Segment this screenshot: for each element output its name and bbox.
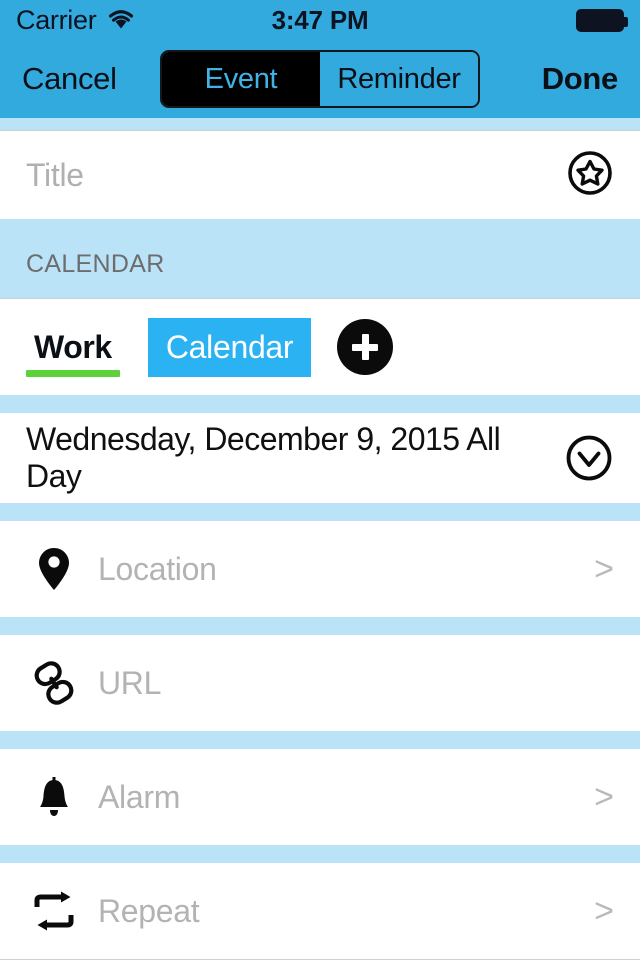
navigation-bar: Cancel Event Reminder Done (0, 40, 640, 118)
star-circle-icon[interactable] (566, 149, 614, 202)
calendar-chip-calendar[interactable]: Calendar (147, 317, 312, 377)
calendar-account-label: Work (34, 328, 112, 365)
date-row[interactable]: Wednesday, December 9, 2015 All Day (0, 413, 640, 503)
title-input[interactable] (26, 156, 566, 194)
done-button[interactable]: Done (542, 61, 619, 97)
link-icon (26, 661, 82, 705)
separator-above-date (0, 395, 640, 413)
title-row[interactable] (0, 131, 640, 219)
status-bar: Carrier 3:47 PM (0, 0, 640, 40)
calendar-account-underline (26, 370, 120, 377)
chevron-right-icon-location: > (594, 550, 614, 588)
separator-above-url (0, 617, 640, 635)
calendar-section-header: CALENDAR (0, 231, 640, 299)
chevron-down-circle-icon[interactable] (564, 433, 614, 483)
separator-above-location (0, 503, 640, 521)
map-pin-icon (26, 546, 82, 592)
wifi-icon (106, 7, 136, 34)
status-bar-left: Carrier (16, 5, 136, 36)
date-label: Wednesday, December 9, 2015 All Day (26, 421, 501, 494)
alarm-row[interactable]: Alarm > (0, 749, 640, 845)
carrier-label: Carrier (16, 4, 97, 35)
repeat-icon (26, 891, 82, 931)
calendar-account-work[interactable]: Work (26, 299, 120, 395)
segment-event[interactable]: Event (162, 52, 320, 106)
url-label: URL (98, 664, 162, 701)
location-row[interactable]: Location > (0, 521, 640, 617)
separator-above-repeat (0, 845, 640, 863)
cancel-button[interactable]: Cancel (22, 61, 117, 97)
separator-above-alarm (0, 731, 640, 749)
bell-icon (26, 774, 82, 820)
status-bar-right (576, 8, 628, 32)
alarm-label: Alarm (98, 778, 181, 815)
segment-reminder[interactable]: Reminder (320, 52, 478, 106)
plus-circle-icon[interactable] (337, 319, 394, 375)
repeat-row[interactable]: Repeat > (0, 863, 640, 959)
url-row[interactable]: URL (0, 635, 640, 731)
calendar-chooser-row: Work Calendar (0, 299, 640, 395)
location-label: Location (98, 550, 217, 587)
repeat-label: Repeat (98, 892, 200, 929)
battery-full-icon (576, 8, 628, 32)
event-reminder-segmented-control[interactable]: Event Reminder (160, 50, 480, 108)
separator-above-title (0, 118, 640, 130)
separator-above-calendar-header (0, 219, 640, 231)
chevron-right-icon-alarm: > (594, 778, 614, 816)
event-editor-screen: Carrier 3:47 PM Cancel Event Reminder Do… (0, 0, 640, 960)
chevron-right-icon-repeat: > (594, 892, 614, 930)
